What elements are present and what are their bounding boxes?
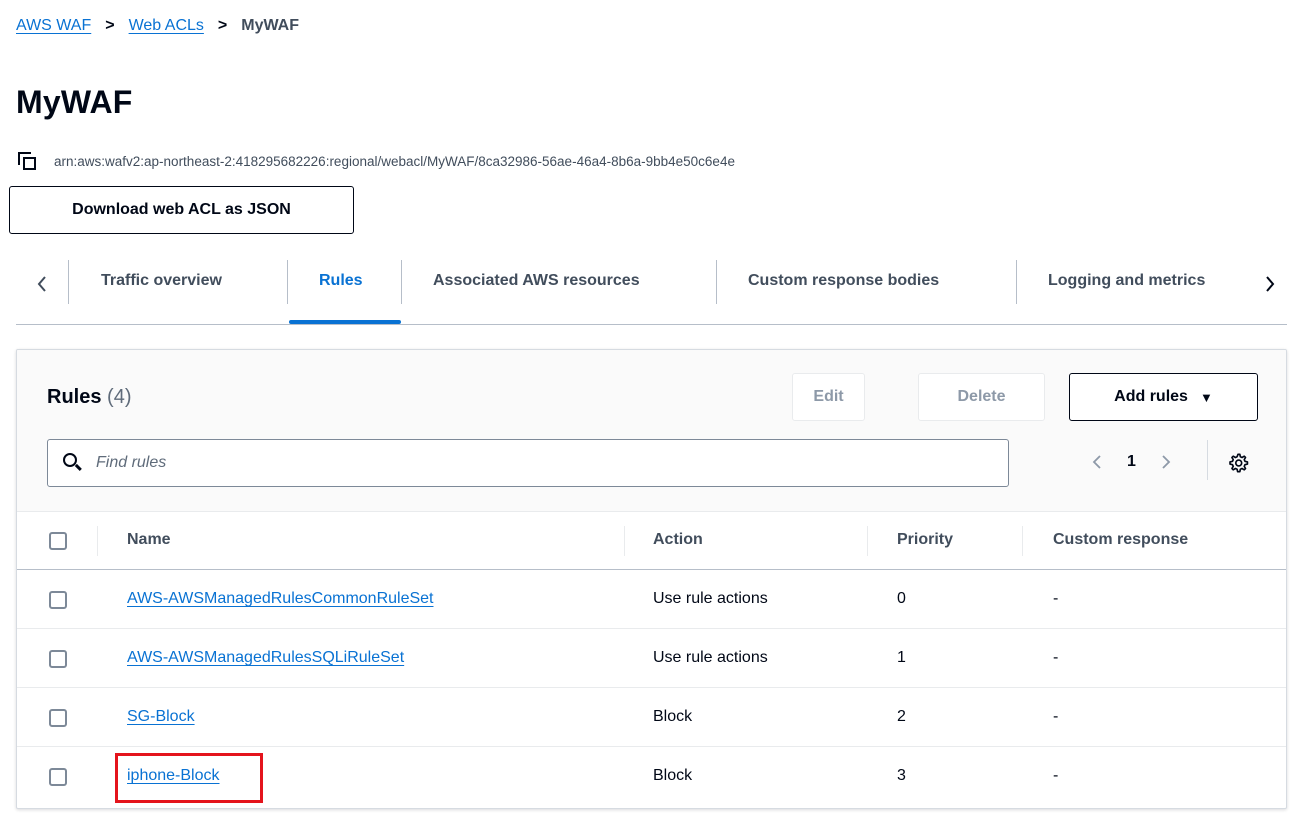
rule-priority: 1 bbox=[897, 649, 906, 666]
add-rules-button[interactable]: Add rules ▼ bbox=[1069, 373, 1258, 421]
tab-traffic-overview[interactable]: Traffic overview bbox=[101, 272, 222, 290]
breadcrumb-aws-waf[interactable]: AWS WAF bbox=[16, 17, 91, 35]
table-row: iphone-Block Block 3 - bbox=[17, 747, 1286, 806]
copy-icon[interactable] bbox=[18, 152, 40, 170]
row-checkbox[interactable] bbox=[49, 709, 67, 727]
rule-name-link[interactable]: SG-Block bbox=[127, 708, 195, 726]
delete-button[interactable]: Delete bbox=[918, 373, 1045, 421]
arn-row: arn:aws:wafv2:ap-northeast-2:41829568222… bbox=[18, 152, 735, 170]
tab-rules[interactable]: Rules bbox=[319, 272, 363, 290]
rule-action: Block bbox=[653, 708, 693, 725]
rules-panel: Rules (4) Edit Delete Add rules ▼ 1 bbox=[16, 349, 1287, 809]
tab-divider bbox=[68, 260, 69, 304]
row-checkbox[interactable] bbox=[49, 591, 67, 609]
column-divider bbox=[624, 526, 625, 556]
breadcrumb-separator-icon: > bbox=[105, 17, 115, 34]
pager-divider bbox=[1207, 440, 1208, 480]
page-title: MyWAF bbox=[16, 84, 133, 120]
row-checkbox[interactable] bbox=[49, 768, 67, 786]
rule-priority: 2 bbox=[897, 708, 906, 725]
tab-divider bbox=[716, 260, 717, 304]
tab-bar: Traffic overview Rules Associated AWS re… bbox=[16, 252, 1287, 325]
search-input[interactable] bbox=[96, 454, 976, 472]
rule-action: Use rule actions bbox=[653, 649, 768, 666]
rule-custom-response: - bbox=[1053, 590, 1059, 607]
tab-associated-aws-resources[interactable]: Associated AWS resources bbox=[433, 272, 640, 290]
rule-priority: 3 bbox=[897, 767, 906, 784]
rule-custom-response: - bbox=[1053, 767, 1059, 784]
rule-custom-response: - bbox=[1053, 649, 1059, 666]
rule-name-link[interactable]: AWS-AWSManagedRulesSQLiRuleSet bbox=[127, 649, 404, 667]
column-divider bbox=[97, 526, 98, 556]
gear-icon[interactable] bbox=[1227, 452, 1249, 474]
rules-table: Name Action Priority Custom response AWS… bbox=[17, 511, 1286, 806]
download-json-button[interactable]: Download web ACL as JSON bbox=[9, 186, 354, 234]
tab-scroll-left-icon[interactable] bbox=[24, 266, 60, 302]
tab-divider bbox=[287, 260, 288, 304]
rule-action: Block bbox=[653, 767, 693, 784]
add-rules-label: Add rules bbox=[1114, 388, 1188, 405]
rules-count: (4) bbox=[107, 386, 132, 408]
tab-scroll-right-icon[interactable] bbox=[1252, 266, 1288, 302]
table-row: AWS-AWSManagedRulesSQLiRuleSet Use rule … bbox=[17, 629, 1286, 688]
breadcrumb-web-acls[interactable]: Web ACLs bbox=[129, 17, 204, 35]
column-divider bbox=[1022, 526, 1023, 556]
column-header-priority[interactable]: Priority bbox=[897, 531, 953, 549]
table-row: AWS-AWSManagedRulesCommonRuleSet Use rul… bbox=[17, 570, 1286, 629]
arn-text: arn:aws:wafv2:ap-northeast-2:41829568222… bbox=[54, 153, 735, 169]
active-tab-indicator bbox=[289, 320, 401, 324]
caret-down-icon: ▼ bbox=[1199, 389, 1213, 405]
rules-title-text: Rules bbox=[47, 386, 102, 408]
select-all-checkbox[interactable] bbox=[49, 532, 67, 550]
breadcrumb-current: MyWAF bbox=[241, 17, 300, 34]
column-header-custom-response[interactable]: Custom response bbox=[1053, 531, 1188, 549]
rule-custom-response: - bbox=[1053, 708, 1059, 725]
column-header-name[interactable]: Name bbox=[127, 531, 171, 549]
search-box bbox=[47, 439, 1009, 487]
tab-divider bbox=[1016, 260, 1017, 304]
search-icon bbox=[62, 452, 84, 474]
tab-custom-response-bodies[interactable]: Custom response bodies bbox=[748, 272, 939, 290]
rules-panel-header: Rules (4) Edit Delete Add rules ▼ 1 bbox=[17, 350, 1286, 511]
column-divider bbox=[867, 526, 868, 556]
rules-panel-title: Rules (4) bbox=[47, 386, 131, 409]
rule-action: Use rule actions bbox=[653, 590, 768, 607]
column-header-action[interactable]: Action bbox=[653, 531, 703, 549]
tab-logging-and-metrics[interactable]: Logging and metrics bbox=[1048, 272, 1236, 290]
table-header: Name Action Priority Custom response bbox=[17, 511, 1286, 570]
table-row: SG-Block Block 2 - bbox=[17, 688, 1286, 747]
breadcrumb: AWS WAF > Web ACLs > MyWAF bbox=[16, 17, 299, 35]
next-page-icon[interactable] bbox=[1154, 450, 1178, 474]
pagination: 1 bbox=[1085, 450, 1178, 474]
previous-page-icon[interactable] bbox=[1085, 450, 1109, 474]
tab-divider bbox=[401, 260, 402, 304]
breadcrumb-separator-icon: > bbox=[217, 17, 228, 34]
rule-name-link[interactable]: iphone-Block bbox=[127, 767, 220, 785]
rule-priority: 0 bbox=[897, 590, 906, 607]
row-checkbox[interactable] bbox=[49, 650, 67, 668]
current-page[interactable]: 1 bbox=[1127, 453, 1136, 471]
edit-button[interactable]: Edit bbox=[792, 373, 865, 421]
rule-name-link[interactable]: AWS-AWSManagedRulesCommonRuleSet bbox=[127, 590, 433, 608]
